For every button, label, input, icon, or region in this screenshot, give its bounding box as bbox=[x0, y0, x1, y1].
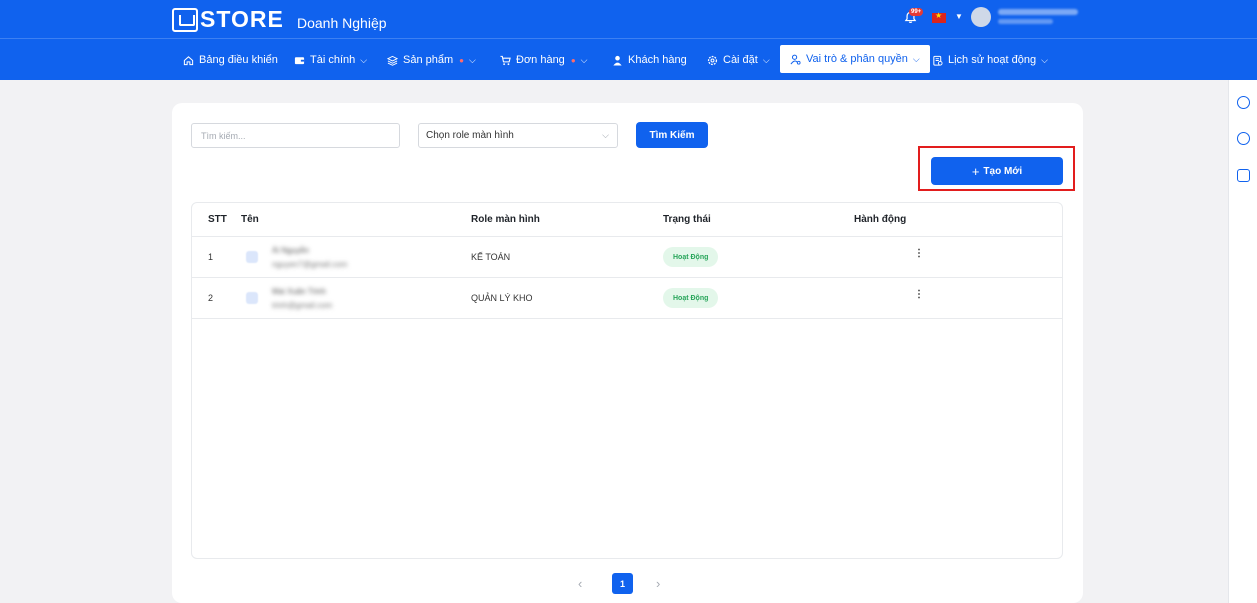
notification-badge: 99+ bbox=[909, 8, 924, 16]
row-user-name: Ái Nguyễn bbox=[272, 246, 309, 255]
users-table: STT Tên Role màn hình Trạng thái Hành độ… bbox=[191, 202, 1063, 559]
chevron-down-icon: ⌵ bbox=[602, 130, 609, 140]
right-rail bbox=[1228, 80, 1257, 603]
history-icon bbox=[933, 55, 943, 66]
nav-label: Tài chính bbox=[310, 54, 356, 66]
row-role: QUẢN LÝ KHO bbox=[471, 293, 533, 303]
col-name: Tên bbox=[241, 214, 259, 225]
more-actions-icon[interactable]: ⋮ bbox=[914, 249, 924, 259]
chat-icon[interactable] bbox=[1237, 169, 1250, 182]
avatar bbox=[246, 292, 258, 304]
nav-label: Vai trò & phân quyền bbox=[806, 53, 908, 65]
row-role: KẾ TOÁN bbox=[471, 252, 511, 262]
cart-logo-icon bbox=[172, 7, 198, 32]
main-panel: Chọn role màn hình ⌵ Tìm Kiếm + Tạo Mới … bbox=[172, 103, 1083, 603]
layers-icon bbox=[387, 55, 398, 66]
row-user-email: nguyen7@gmail.com bbox=[272, 260, 348, 269]
nav-label: Bảng điều khiển bbox=[199, 54, 278, 66]
role-select[interactable]: Chọn role màn hình ⌵ bbox=[418, 123, 618, 148]
caret-down-icon[interactable]: ▼ bbox=[955, 12, 963, 21]
pagination-next-icon[interactable]: › bbox=[656, 576, 660, 591]
nav-label: Lịch sử hoạt động bbox=[948, 54, 1037, 66]
create-new-button[interactable]: + Tạo Mới bbox=[931, 157, 1063, 185]
search-button[interactable]: Tìm Kiếm bbox=[636, 122, 708, 148]
table-header: STT Tên Role màn hình Trạng thái Hành độ… bbox=[192, 203, 1062, 237]
nav-item-customers[interactable]: Khách hàng bbox=[612, 39, 687, 81]
col-actions: Hành động bbox=[854, 214, 907, 225]
create-button-label: Tạo Mới bbox=[983, 165, 1023, 177]
pagination-page-current[interactable]: 1 bbox=[612, 573, 633, 594]
plus-icon: + bbox=[971, 163, 980, 179]
cart-icon bbox=[500, 55, 511, 65]
nav-item-dashboard[interactable]: Bảng điều khiển bbox=[183, 39, 278, 81]
nav-badge-dot: ● bbox=[459, 55, 464, 65]
user-name-blurred[interactable] bbox=[998, 9, 1078, 15]
nav-label: Khách hàng bbox=[628, 54, 687, 66]
chevron-down-icon: ⌵ bbox=[912, 53, 920, 64]
pagination: ‹ 1 › bbox=[172, 573, 1083, 595]
nav-item-roles-permissions[interactable]: Vai trò & phân quyền ⌵ bbox=[780, 45, 930, 73]
col-stt: STT bbox=[208, 214, 227, 225]
nav-item-orders[interactable]: Đơn hàng ● ⌵ bbox=[500, 39, 587, 81]
chevron-down-icon: ⌵ bbox=[762, 54, 770, 65]
chevron-down-icon: ⌵ bbox=[580, 54, 588, 65]
pagination-prev-icon[interactable]: ‹ bbox=[578, 576, 582, 591]
nav-badge-dot: ● bbox=[570, 55, 576, 65]
status-badge: Hoạt Động bbox=[663, 247, 719, 267]
nav-label: Đơn hàng bbox=[516, 54, 565, 66]
nav-item-settings[interactable]: Cài đặt ⌵ bbox=[707, 39, 770, 81]
nav-item-finance[interactable]: Tài chính ⌵ bbox=[294, 39, 367, 81]
chevron-down-icon: ⌵ bbox=[469, 54, 476, 65]
phone-icon[interactable] bbox=[1237, 132, 1250, 145]
top-header: STORE Doanh Nghiệp 99+ ▼ bbox=[0, 0, 1257, 38]
headset-icon[interactable] bbox=[1237, 96, 1250, 109]
row-user-name: Mai Xuân Trinh bbox=[272, 287, 326, 296]
user-role-blurred bbox=[998, 19, 1053, 24]
nav-label: Sản phẩm bbox=[403, 54, 454, 66]
brand-subtitle: Doanh Nghiệp bbox=[297, 15, 387, 31]
wallet-icon bbox=[294, 56, 305, 64]
user-role-icon bbox=[790, 54, 801, 65]
logo-text: STORE bbox=[200, 6, 284, 32]
user-avatar[interactable] bbox=[971, 7, 991, 27]
row-stt: 2 bbox=[208, 293, 214, 303]
nav-item-activity-history[interactable]: Lịch sử hoạt động ⌵ bbox=[932, 39, 1048, 81]
search-input[interactable] bbox=[191, 123, 400, 148]
home-icon bbox=[183, 55, 194, 65]
role-select-value: Chọn role màn hình bbox=[426, 130, 514, 141]
more-actions-icon[interactable]: ⋮ bbox=[914, 290, 924, 300]
main-nav: Bảng điều khiển Tài chính ⌵ Sản phẩm ● ⌵… bbox=[0, 38, 1257, 80]
table-row[interactable]: 1 Ái Nguyễn nguyen7@gmail.com KẾ TOÁN Ho… bbox=[192, 237, 1062, 278]
chevron-down-icon: ⌵ bbox=[360, 54, 368, 65]
avatar bbox=[246, 251, 258, 263]
row-stt: 1 bbox=[208, 252, 214, 262]
logo[interactable]: STORE bbox=[172, 6, 284, 33]
gear-icon bbox=[707, 55, 718, 65]
col-status: Trạng thái bbox=[663, 214, 711, 225]
col-role: Role màn hình bbox=[471, 214, 540, 225]
nav-label: Cài đặt bbox=[723, 54, 758, 66]
nav-item-products[interactable]: Sản phẩm ● ⌵ bbox=[387, 39, 476, 81]
row-user-email: trinh@gmail.com bbox=[272, 301, 333, 310]
vietnam-flag-icon[interactable] bbox=[932, 11, 946, 23]
user-icon bbox=[613, 55, 622, 66]
chevron-down-icon: ⌵ bbox=[1041, 54, 1048, 65]
table-row[interactable]: 2 Mai Xuân Trinh trinh@gmail.com QUẢN LÝ… bbox=[192, 278, 1062, 319]
status-badge: Hoạt Động bbox=[663, 288, 719, 308]
